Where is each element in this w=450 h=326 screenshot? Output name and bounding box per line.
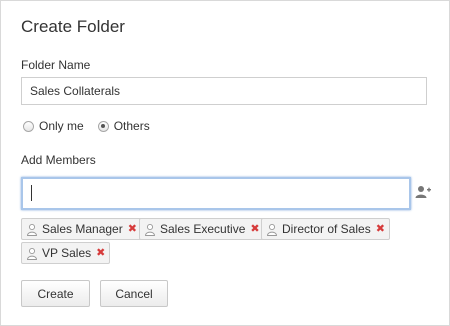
others-label: Others <box>113 119 150 133</box>
member-chip-label: Sales Manager <box>42 222 123 236</box>
remove-icon[interactable]: ✖ <box>96 247 105 259</box>
member-chip-label: VP Sales <box>42 246 92 260</box>
member-chip: Sales Executive ✖ <box>139 218 265 240</box>
visibility-options: Only me Others <box>23 119 164 133</box>
add-members-label: Add Members <box>21 153 96 167</box>
create-folder-dialog: Create Folder Folder Name Sales Collater… <box>0 0 450 326</box>
member-chip: Director of Sales ✖ <box>261 218 390 240</box>
user-icon <box>267 223 277 236</box>
create-button[interactable]: Create <box>21 280 90 307</box>
member-chip-label: Sales Executive <box>160 222 246 236</box>
add-user-icon[interactable] <box>415 185 431 199</box>
user-icon <box>27 223 37 236</box>
dialog-title: Create Folder <box>21 17 125 36</box>
remove-icon[interactable]: ✖ <box>250 223 259 235</box>
only-me-label: Only me <box>39 119 84 133</box>
text-caret <box>31 185 32 201</box>
folder-name-input[interactable]: Sales Collaterals <box>21 77 427 105</box>
member-chip: VP Sales ✖ <box>21 242 111 264</box>
add-members-input[interactable] <box>21 177 411 210</box>
user-icon <box>145 223 155 236</box>
user-icon <box>27 247 37 260</box>
member-chip: Sales Manager ✖ <box>21 218 142 240</box>
remove-icon[interactable]: ✖ <box>128 223 137 235</box>
only-me-radio[interactable] <box>23 120 34 132</box>
folder-name-label: Folder Name <box>21 58 91 72</box>
others-radio[interactable] <box>97 120 109 132</box>
radio-only-me[interactable]: Only me <box>23 119 84 133</box>
cancel-button[interactable]: Cancel <box>100 280 168 307</box>
radio-others[interactable]: Others <box>97 119 150 133</box>
member-chip-label: Director of Sales <box>282 222 371 236</box>
remove-icon[interactable]: ✖ <box>376 223 385 235</box>
